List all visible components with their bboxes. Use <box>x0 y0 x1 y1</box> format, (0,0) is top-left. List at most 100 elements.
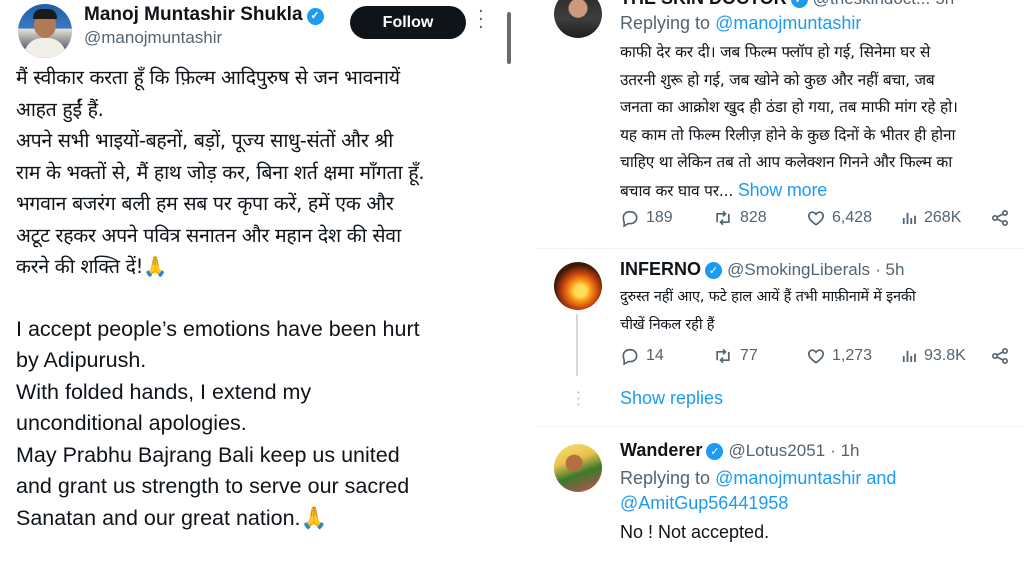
post-text: मैं स्वीकार करता हूँ कि फ़िल्म आदिपुरुष … <box>16 62 496 534</box>
reply-icon <box>622 210 638 228</box>
mention-link[interactable]: @manojmuntashir and <box>715 468 896 488</box>
reply-avatar[interactable] <box>554 262 602 310</box>
reply-actions: 14 77 1,273 93.8K <box>620 346 1020 370</box>
replying-to: Replying to @manojmuntashir and <box>620 468 896 489</box>
post-text-line: I accept people’s emotions have been hur… <box>16 316 420 341</box>
reply-count: 14 <box>646 347 664 364</box>
like-count: 1,273 <box>832 347 873 364</box>
share-button[interactable] <box>990 208 1010 228</box>
reply-separator <box>536 248 1024 249</box>
reply-text: No ! Not accepted. <box>620 522 770 542</box>
reply-author-name[interactable]: INFERNO <box>620 259 701 279</box>
post-text-line: unconditional apologies. <box>16 411 247 435</box>
reply-author-handle[interactable]: @SmokingLiberals <box>727 260 870 279</box>
show-more-link[interactable]: Show more <box>738 180 827 200</box>
post-text-line: Sanatan and our great nation.🙏 <box>16 505 328 530</box>
reply-button[interactable]: 189 <box>620 208 673 228</box>
reply-time: 5h <box>935 0 954 8</box>
reply-author-row: THE SKIN DOCTOR✓ @theskindoct... 5h <box>620 0 954 9</box>
reply-text-line: काफी देर कर दी। जब फिल्म फ्लॉप हो गई, सि… <box>620 43 931 61</box>
reply-button[interactable]: 14 <box>620 346 664 366</box>
reply-text-line: बचाव कर घाव पर... Show more <box>620 177 1024 206</box>
reply-time: · 1h <box>830 441 860 460</box>
reply-author-name[interactable]: Wanderer <box>620 440 702 460</box>
share-icon <box>992 210 1008 226</box>
reply-text-line: यह काम तो फिल्म रिलीज़ होने के कुछ दिनों… <box>620 125 956 144</box>
verified-badge-icon: ✓ <box>706 443 724 460</box>
verified-badge-icon: ✓ <box>306 8 324 25</box>
original-post-panel: Manoj Muntashir Shukla ✓ @manojmuntashir … <box>0 0 505 576</box>
replying-label: Replying to <box>620 13 711 33</box>
like-button[interactable]: 1,273 <box>806 346 872 366</box>
thread-more-dots: · · · <box>576 383 582 414</box>
reply-author-name[interactable]: THE SKIN DOCTOR <box>620 0 787 8</box>
reply-author-handle[interactable]: @theskindoct... <box>813 0 930 8</box>
verified-badge-icon: ✓ <box>790 0 808 8</box>
post-text-line: करने की शक्ति दें!🙏 <box>16 255 168 278</box>
reply-count: 189 <box>646 209 673 226</box>
reply-text-line: चाहिए था लेकिन तब तो आप कलेक्शन गिनने और… <box>620 153 953 171</box>
reply-avatar[interactable] <box>554 0 602 38</box>
reply-text: काफी देर कर दी। जब फिल्म फ्लॉप हो गई, सि… <box>620 39 1024 205</box>
reply-text-line: जनता का आक्रोश खुद ही ठंडा हो गया, तब मा… <box>620 98 958 116</box>
reply-separator <box>536 426 1024 427</box>
views-count: 93.8K <box>924 347 966 364</box>
follow-button[interactable]: Follow <box>350 6 466 39</box>
post-text-line: May Prabhu Bajrang Bali keep us united <box>16 442 400 467</box>
author-avatar[interactable] <box>18 4 72 58</box>
reply-text-fragment: बचाव कर घाव पर... <box>620 181 734 200</box>
scrollbar[interactable] <box>507 12 511 64</box>
post-header: Manoj Muntashir Shukla ✓ @manojmuntashir … <box>18 2 488 58</box>
verified-badge-icon: ✓ <box>705 262 722 279</box>
like-button[interactable]: 6,428 <box>806 208 872 228</box>
reply-text-line: उतरनी शुरू हो गई, जब खोने को कुछ और नहीं… <box>620 70 935 89</box>
panel-divider <box>505 0 536 576</box>
share-button[interactable] <box>990 346 1010 366</box>
reply-text: दुरुस्त नहीं आए, फटे हाल आयें हैं तभी मा… <box>620 284 1024 339</box>
replying-label: Replying to <box>620 468 711 488</box>
post-text-line: अपने सभी भाइयों-बहनों, बड़ों, पूज्य साधु… <box>16 129 393 152</box>
mention-link[interactable]: @AmitGup56441958 <box>620 493 788 514</box>
post-text-line: अटूट रहकर अपने पवित्र सनातन और महान देश … <box>16 223 401 247</box>
author-handle[interactable]: @manojmuntashir <box>84 28 222 48</box>
views-button[interactable]: 93.8K <box>900 346 966 366</box>
views-icon <box>902 212 916 224</box>
views-icon <box>902 350 916 362</box>
repost-button[interactable]: 77 <box>712 346 758 366</box>
views-button[interactable]: 268K <box>900 208 961 228</box>
mention-link[interactable]: @manojmuntashir <box>715 13 861 33</box>
repost-button[interactable]: 828 <box>712 208 767 228</box>
reply-avatar[interactable] <box>554 444 602 492</box>
replying-to: Replying to @manojmuntashir <box>620 13 861 34</box>
reply-text-line: चीखें निकल रही हैं <box>620 316 715 333</box>
post-text-line: by Adipurush. <box>16 348 147 372</box>
reply-icon <box>622 348 638 366</box>
like-count: 6,428 <box>832 209 873 226</box>
share-icon <box>992 348 1008 364</box>
post-text-line: With folded hands, I extend my <box>16 379 312 404</box>
reply-author-row: INFERNO ✓ @SmokingLiberals · 5h <box>620 259 904 280</box>
post-text-line: राम के भक्तों से, मैं हाथ जोड़ कर, बिना … <box>16 160 425 184</box>
author-name-row[interactable]: Manoj Muntashir Shukla ✓ <box>84 4 324 26</box>
like-icon <box>807 349 825 364</box>
repost-count: 77 <box>740 347 758 364</box>
reply-actions: 189 828 6,428 268K <box>620 208 1020 232</box>
views-count: 268K <box>924 209 962 226</box>
more-options-icon[interactable]: · · · <box>478 3 488 37</box>
reply-author-handle[interactable]: @Lotus2051 <box>728 441 825 460</box>
show-replies-link[interactable]: Show replies <box>620 388 723 409</box>
repost-icon <box>716 210 730 226</box>
post-text-line: and grant us strength to serve our sacre… <box>16 474 410 498</box>
replies-panel: THE SKIN DOCTOR✓ @theskindoct... 5h Repl… <box>536 0 1024 576</box>
author-name[interactable]: Manoj Muntashir Shukla <box>84 4 303 25</box>
post-text-line: मैं स्वीकार करता हूँ कि फ़िल्म आदिपुरुष … <box>16 66 400 89</box>
reply-author-row: Wanderer ✓ @Lotus2051 · 1h <box>620 440 860 461</box>
reply-text-line: दुरुस्त नहीं आए, फटे हाल आयें हैं तभी मा… <box>620 289 916 305</box>
like-icon <box>807 211 825 226</box>
post-text-line: आहत हुईं हैं. <box>16 97 104 121</box>
thread-line <box>576 314 578 376</box>
repost-icon <box>716 348 730 364</box>
post-text-line: भगवान बजरंग बली हम सब पर कृपा करें, हमें… <box>16 192 394 215</box>
repost-count: 828 <box>740 209 767 226</box>
reply-time: · 5h <box>875 260 905 279</box>
